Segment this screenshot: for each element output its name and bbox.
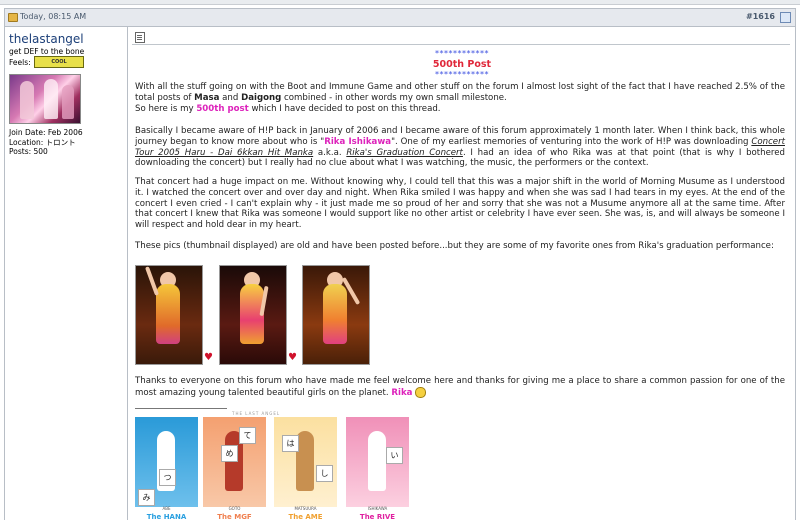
signature-card-matsuura: は し MATSUURA The AME — [274, 417, 337, 521]
post-icon — [135, 32, 145, 43]
post-count: Posts: 500 — [9, 147, 48, 157]
rika-signoff: Rika — [391, 387, 413, 398]
paragraph-5: Thanks to everyone on this forum who hav… — [135, 376, 785, 398]
concert-title-2: Rika's Graduation Concert — [346, 147, 463, 158]
mention-masa: Masa — [194, 92, 220, 103]
500th-post-link[interactable]: 500th post — [196, 104, 248, 114]
rika-name: Rika Ishikawa — [324, 136, 392, 147]
feels-label: Feels: — [9, 58, 31, 67]
post-header: Today, 08:15 AM #1616 — [5, 9, 795, 27]
signature-card-goto: め て GOTO The MGF — [203, 417, 266, 521]
paragraph-4: These pics (thumbnail displayed) are old… — [135, 241, 774, 251]
graduation-photo-1[interactable] — [135, 265, 203, 365]
graduation-photo-3[interactable] — [302, 265, 370, 365]
user-info: Join Date: Feb 2006 Location: トロント Posts… — [9, 128, 83, 157]
avatar — [9, 74, 81, 124]
forum-post: Today, 08:15 AM #1616 thelastangel get D… — [4, 8, 796, 521]
user-panel: thelastangel get DEF to the bone Feels: … — [5, 27, 128, 520]
paragraph-1: With all the stuff going on with the Boo… — [135, 82, 785, 114]
location: Location: トロント — [9, 137, 76, 147]
top-strip — [0, 0, 800, 5]
heart-icon: ♥ — [204, 352, 213, 363]
signature-banner-title: THE LAST ANGEL — [232, 411, 281, 416]
paragraph-3: That concert had a huge impact on me. Wi… — [135, 177, 785, 231]
username-link[interactable]: thelastangel — [9, 32, 84, 46]
user-title: get DEF to the bone — [9, 47, 85, 56]
post-headline: 500th Post — [432, 59, 492, 70]
stars-bottom: ************ — [435, 70, 489, 79]
mention-daigong: Daigong — [241, 92, 282, 103]
folder-icon — [8, 13, 18, 22]
graduation-photo-2[interactable] — [219, 265, 287, 365]
signature-card-abe: み つ ABE The HANA — [135, 417, 198, 521]
stars-top: ************ — [435, 49, 489, 58]
signature-divider — [135, 408, 227, 409]
mood-badge: COOL — [34, 56, 84, 68]
post-body: ************ 500th Post ************ Wit… — [132, 27, 792, 521]
paragraph-2: Basically I became aware of H!P back in … — [135, 126, 785, 169]
heart-icon: ♥ — [288, 352, 297, 363]
multiquote-checkbox[interactable] — [780, 12, 791, 23]
post-number[interactable]: #1616 — [746, 12, 775, 21]
smiley-icon — [415, 386, 427, 398]
join-date: Join Date: Feb 2006 — [9, 128, 83, 137]
signature-card-ishikawa: い ISHIKAWA The RIVE — [346, 417, 409, 521]
post-date: Today, 08:15 AM — [20, 12, 87, 21]
title-divider — [132, 44, 790, 45]
